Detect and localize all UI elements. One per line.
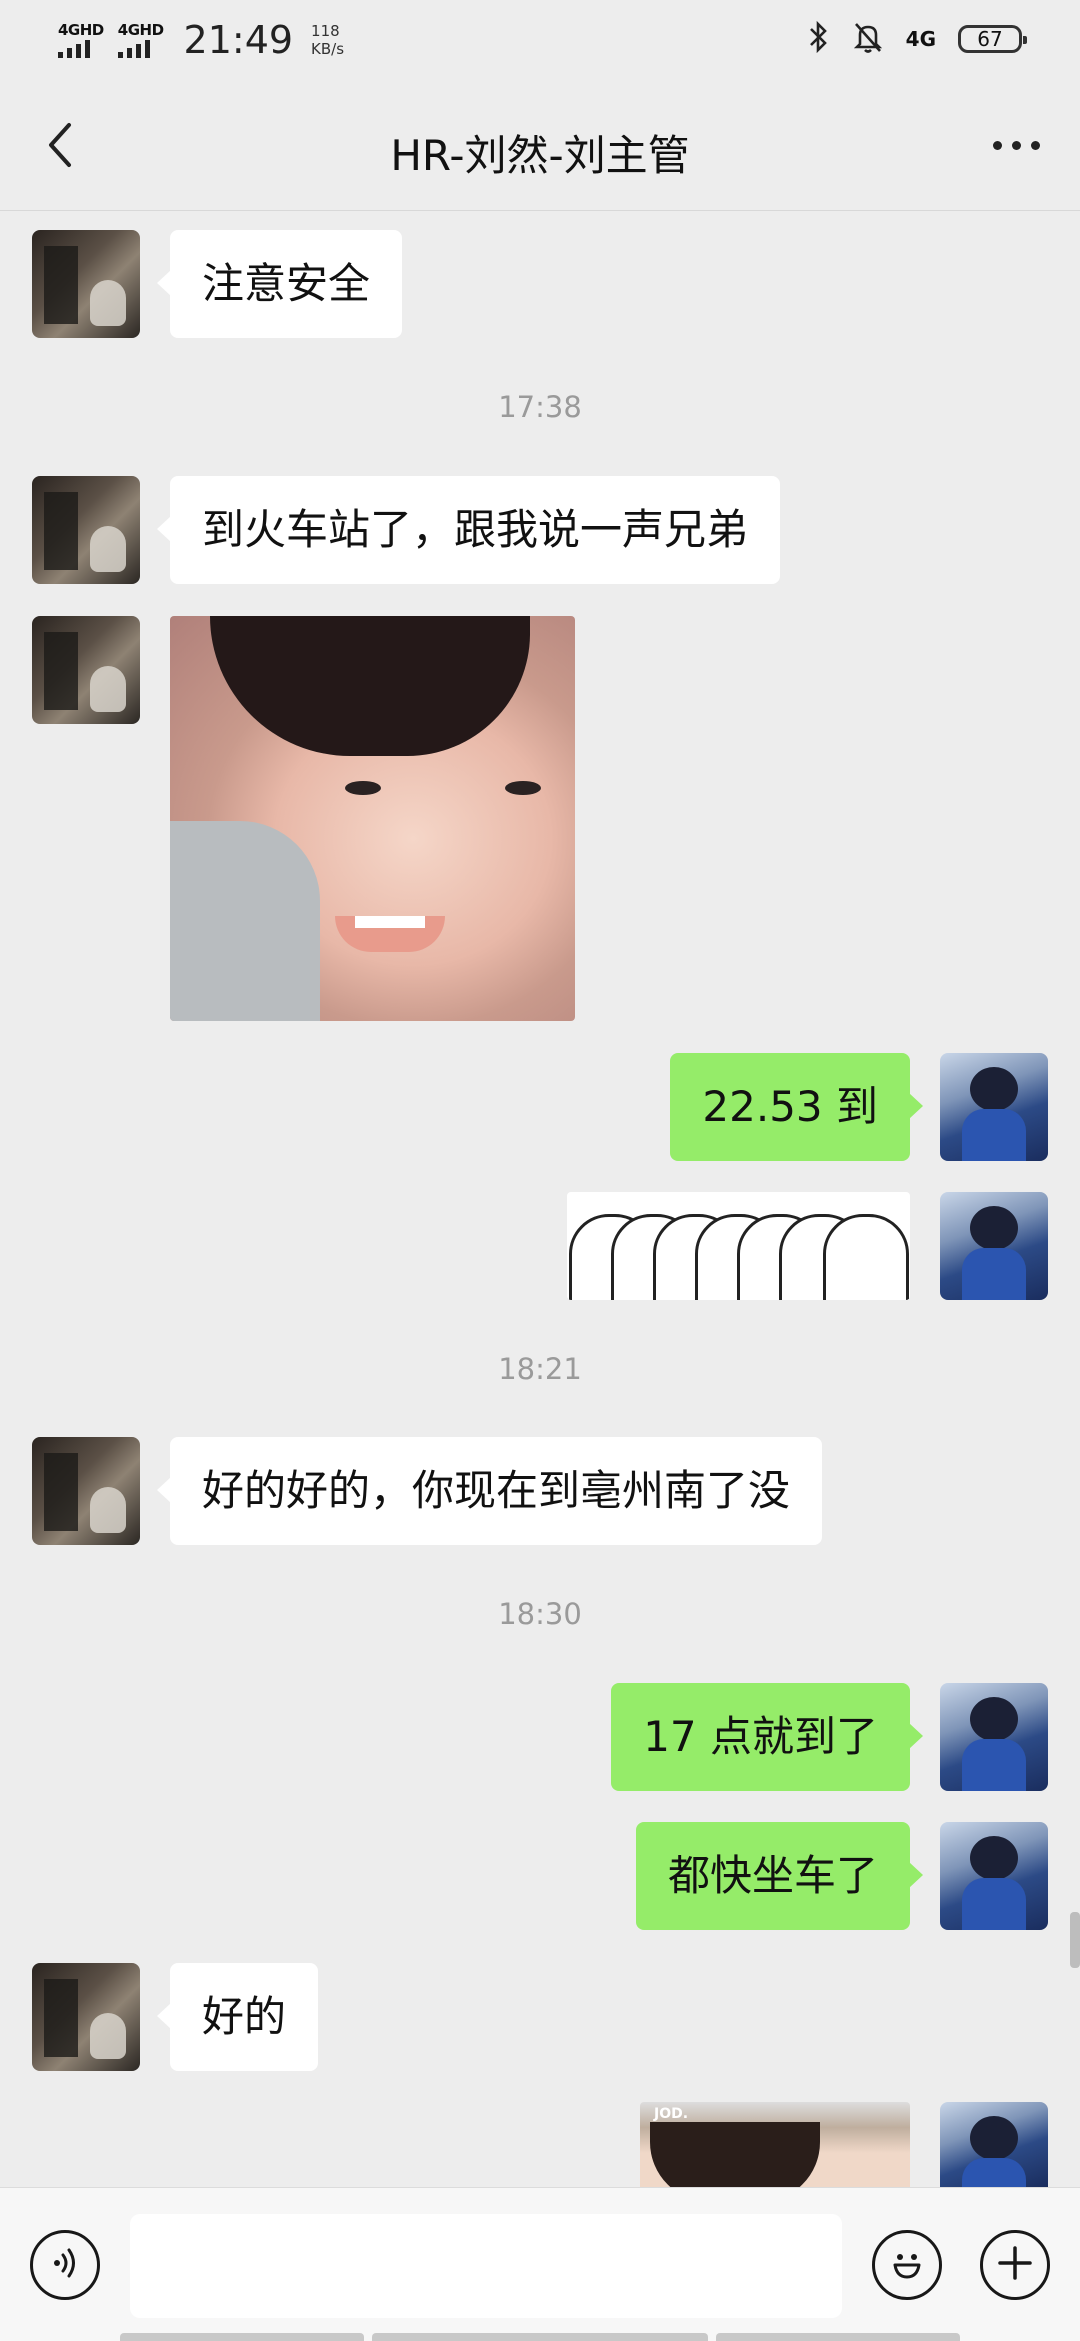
signal-indicator-1: 4GHD bbox=[58, 22, 104, 58]
more-dots-icon bbox=[992, 140, 1040, 150]
message-bubble-outgoing[interactable]: 都快坐车了 bbox=[635, 1822, 924, 1930]
input-bar bbox=[0, 2187, 1080, 2341]
signal-bars-icon bbox=[117, 40, 150, 58]
plus-icon bbox=[995, 2243, 1035, 2287]
sticker-caption: JOD. bbox=[654, 2106, 689, 2122]
emoji-icon bbox=[885, 2241, 929, 2289]
timestamp: 18:21 bbox=[498, 1352, 582, 1386]
image-message[interactable]: JOD. bbox=[640, 2102, 910, 2187]
message-bubble-incoming[interactable]: 好的好的，你现在到亳州南了没 bbox=[156, 1437, 823, 1545]
self-avatar[interactable] bbox=[940, 1192, 1048, 1300]
chat-header: HR-刘然-刘主管 bbox=[0, 84, 1080, 211]
network-speed: 118 KB/s bbox=[311, 22, 344, 58]
voice-icon bbox=[47, 2245, 83, 2285]
network-type: 4G bbox=[905, 27, 936, 51]
self-avatar[interactable] bbox=[940, 1053, 1048, 1161]
timestamp: 17:38 bbox=[498, 390, 582, 424]
contact-avatar[interactable] bbox=[32, 1437, 140, 1545]
message-bubble-outgoing[interactable]: 17 点就到了 bbox=[611, 1683, 923, 1791]
scrollbar-thumb[interactable] bbox=[1070, 1912, 1080, 1968]
battery-level: 67 bbox=[977, 27, 1003, 51]
contact-avatar[interactable] bbox=[32, 1963, 140, 2071]
network-speed-unit: KB/s bbox=[311, 40, 345, 58]
sticker-message[interactable] bbox=[567, 1192, 910, 1300]
message-bubble-incoming[interactable]: 注意安全 bbox=[156, 230, 403, 338]
emoji-button[interactable] bbox=[872, 2230, 942, 2300]
mute-bell-icon bbox=[852, 20, 884, 58]
signal-label-2: 4GHD bbox=[117, 21, 164, 39]
bluetooth-icon bbox=[808, 20, 830, 58]
signal-label-1: 4GHD bbox=[58, 21, 104, 39]
self-avatar[interactable] bbox=[940, 2102, 1048, 2187]
image-message[interactable] bbox=[170, 616, 575, 1021]
self-avatar[interactable] bbox=[940, 1683, 1048, 1791]
voice-button[interactable] bbox=[30, 2230, 100, 2300]
message-input[interactable] bbox=[130, 2214, 842, 2318]
contact-avatar[interactable] bbox=[32, 476, 140, 584]
battery-icon: 67 bbox=[958, 25, 1027, 53]
message-bubble-incoming[interactable]: 到火车站了，跟我说一声兄弟 bbox=[156, 476, 781, 584]
message-bubble-outgoing[interactable]: 22.53 到 bbox=[670, 1053, 923, 1161]
contact-avatar[interactable] bbox=[32, 230, 140, 338]
plus-button[interactable] bbox=[980, 2230, 1050, 2300]
self-avatar[interactable] bbox=[940, 1822, 1048, 1930]
contact-avatar[interactable] bbox=[32, 616, 140, 724]
status-bar: 4GHD 4GHD 21:49 118 KB/s 4G 67 bbox=[0, 0, 1080, 84]
clock: 21:49 bbox=[183, 18, 294, 62]
signal-indicator-2: 4GHD bbox=[117, 21, 164, 58]
message-bubble-incoming[interactable]: 好的 bbox=[156, 1963, 319, 2071]
timestamp: 18:30 bbox=[498, 1597, 582, 1631]
network-speed-value: 118 bbox=[311, 22, 340, 40]
more-button[interactable] bbox=[980, 120, 1052, 170]
signal-bars-icon bbox=[58, 40, 90, 58]
chat-title: HR-刘然-刘主管 bbox=[390, 131, 690, 180]
